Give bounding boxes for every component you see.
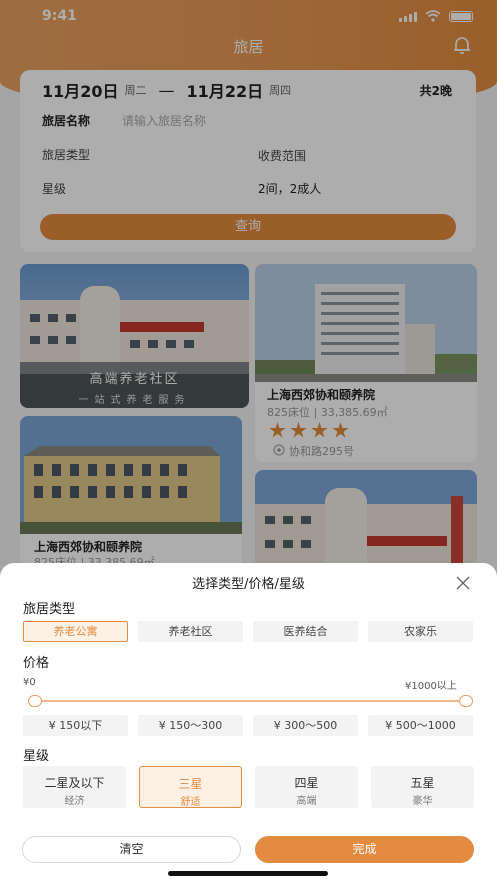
star-chip-two-below[interactable]: 二星及以下 经济	[23, 766, 126, 808]
star-chip-sub: 高端	[296, 796, 317, 807]
star-chip-four[interactable]: 四星 高端	[255, 766, 358, 808]
star-chip-sub: 经济	[64, 796, 85, 807]
home-indicator	[168, 871, 328, 876]
type-chip-farmstay[interactable]: 农家乐	[368, 621, 473, 642]
star-chip-sub: 舒适	[180, 797, 201, 808]
star-chip-title: 四星	[294, 776, 319, 790]
star-chip-title: 三星	[178, 777, 203, 791]
star-chip-three[interactable]: 三星 舒适	[139, 766, 242, 808]
clear-button[interactable]: 清空	[22, 836, 241, 863]
star-section-label: 星级	[23, 749, 50, 764]
star-chip-five[interactable]: 五星 豪华	[371, 766, 474, 808]
star-chip-title: 五星	[410, 776, 435, 790]
price-slider-max-handle[interactable]	[459, 695, 473, 707]
star-chip-sub: 豪华	[412, 796, 433, 807]
price-chip-150-300[interactable]: ¥ 150～300	[138, 715, 243, 736]
type-section-label: 旅居类型	[23, 602, 76, 617]
price-chip-500-1000[interactable]: ¥ 500～1000	[368, 715, 473, 736]
sheet-title: 选择类型/价格/星级	[192, 577, 305, 592]
type-chip-apartment[interactable]: 养老公寓	[23, 621, 128, 642]
price-max-label: ¥1000以上	[405, 681, 457, 692]
price-slider-track[interactable]	[33, 700, 470, 702]
price-slider-min-handle[interactable]	[28, 695, 42, 707]
type-chip-medical[interactable]: 医养结合	[253, 621, 358, 642]
price-section-label: 价格	[23, 656, 50, 671]
close-icon[interactable]	[455, 575, 471, 591]
type-chip-community[interactable]: 养老社区	[138, 621, 243, 642]
price-chip-300-500[interactable]: ¥ 300～500	[253, 715, 358, 736]
done-button[interactable]: 完成	[255, 836, 474, 863]
price-min-label: ¥0	[23, 677, 36, 688]
star-chip-title: 二星及以下	[44, 776, 105, 790]
price-chip-under-150[interactable]: ¥ 150以下	[23, 715, 128, 736]
